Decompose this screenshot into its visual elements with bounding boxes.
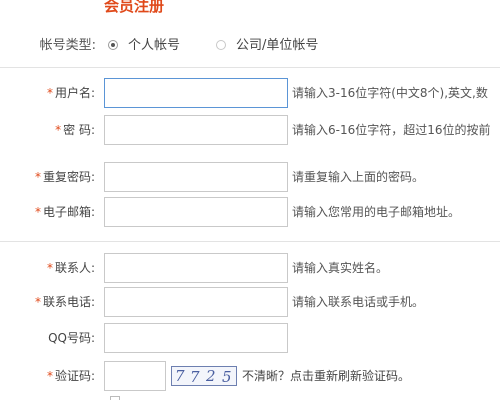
- repeat-password-hint: 请重复输入上面的密码。: [292, 170, 425, 184]
- username-input[interactable]: [104, 78, 288, 108]
- contact-label-text: 联系人:: [54, 261, 95, 275]
- email-hint: 请输入您常用的电子邮箱地址。: [292, 205, 461, 219]
- username-label: * 用户名:: [47, 78, 95, 108]
- contact-row: * 联系人: 请输入真实姓名。: [0, 253, 500, 283]
- required-mark: *: [46, 261, 53, 275]
- phone-label: * 联系电话:: [35, 287, 95, 317]
- required-mark: *: [46, 369, 53, 383]
- username-row: * 用户名: 请输入3-16位字符(中文8个),英文,数: [0, 78, 500, 108]
- password-label: * 密 码:: [55, 115, 95, 145]
- password-hint: 请输入6-16位字符，超过16位的按前: [292, 123, 491, 137]
- email-label: * 电子邮箱:: [35, 197, 95, 227]
- captcha-char: 2: [206, 367, 216, 385]
- captcha-row: * 验证码: 7 7 2 5 不清晰？点击重新刷新验证码。: [0, 361, 500, 391]
- radio-personal-account[interactable]: 个人帐号: [108, 36, 180, 56]
- repeat-password-row: * 重复密码: 请重复输入上面的密码。: [0, 162, 500, 192]
- divider-middle: [0, 241, 500, 242]
- contact-input[interactable]: [104, 253, 288, 283]
- radio-personal-label: 个人帐号: [128, 38, 181, 53]
- required-mark: *: [34, 205, 41, 219]
- captcha-input[interactable]: [104, 361, 166, 391]
- qq-label-text: QQ号码:: [48, 331, 95, 345]
- qq-row: QQ号码:: [0, 323, 500, 353]
- captcha-refresh-link[interactable]: 不清晰？点击重新刷新验证码。: [242, 361, 410, 391]
- email-input[interactable]: [104, 197, 288, 227]
- contact-label: * 联系人:: [47, 253, 95, 283]
- phone-row: * 联系电话: 请输入联系电话或手机。: [0, 287, 500, 317]
- repeat-password-label: * 重复密码:: [35, 162, 95, 192]
- contact-hint: 请输入真实姓名。: [292, 261, 389, 275]
- phone-hint: 请输入联系电话或手机。: [292, 295, 425, 309]
- registration-page: 会员注册 帐号类型: 个人帐号 公司/单位帐号 * 用户名: 请输入3-16位字符…: [0, 0, 500, 400]
- radio-company-account[interactable]: 公司/单位帐号: [216, 36, 318, 56]
- radio-company-label: 公司/单位帐号: [236, 38, 319, 53]
- agreement-checkbox[interactable]: [110, 396, 120, 400]
- captcha-label: * 验证码:: [47, 361, 95, 391]
- page-title: 会员注册: [104, 0, 165, 15]
- email-label-text: 电子邮箱:: [42, 205, 95, 219]
- divider-top: [0, 67, 500, 68]
- phone-input[interactable]: [104, 287, 288, 317]
- account-type-label: 帐号类型:: [39, 38, 96, 53]
- captcha-char: 5: [222, 368, 232, 386]
- required-mark: *: [34, 170, 41, 184]
- email-row: * 电子邮箱: 请输入您常用的电子邮箱地址。: [0, 197, 500, 227]
- required-mark: *: [46, 86, 53, 100]
- captcha-char: 7: [175, 367, 185, 385]
- qq-input[interactable]: [104, 323, 288, 353]
- repeat-password-input[interactable]: [104, 162, 288, 192]
- phone-label-text: 联系电话:: [42, 295, 95, 309]
- qq-label: QQ号码:: [48, 323, 95, 353]
- radio-unselected-icon[interactable]: [216, 40, 226, 50]
- captcha-label-text: 验证码:: [54, 369, 95, 383]
- radio-selected-icon[interactable]: [108, 40, 118, 50]
- captcha-char: 7: [190, 368, 200, 386]
- username-label-text: 用户名:: [54, 86, 95, 100]
- required-mark: *: [34, 295, 41, 309]
- captcha-image[interactable]: 7 7 2 5: [171, 366, 237, 386]
- password-label-text: 密 码:: [63, 123, 95, 137]
- repeat-password-label-text: 重复密码:: [42, 170, 95, 184]
- required-mark: *: [55, 123, 62, 137]
- username-hint: 请输入3-16位字符(中文8个),英文,数: [292, 86, 488, 100]
- password-input[interactable]: [104, 115, 288, 145]
- password-row: * 密 码: 请输入6-16位字符，超过16位的按前: [0, 115, 500, 145]
- account-type-row: 帐号类型: 个人帐号 公司/单位帐号: [0, 36, 500, 56]
